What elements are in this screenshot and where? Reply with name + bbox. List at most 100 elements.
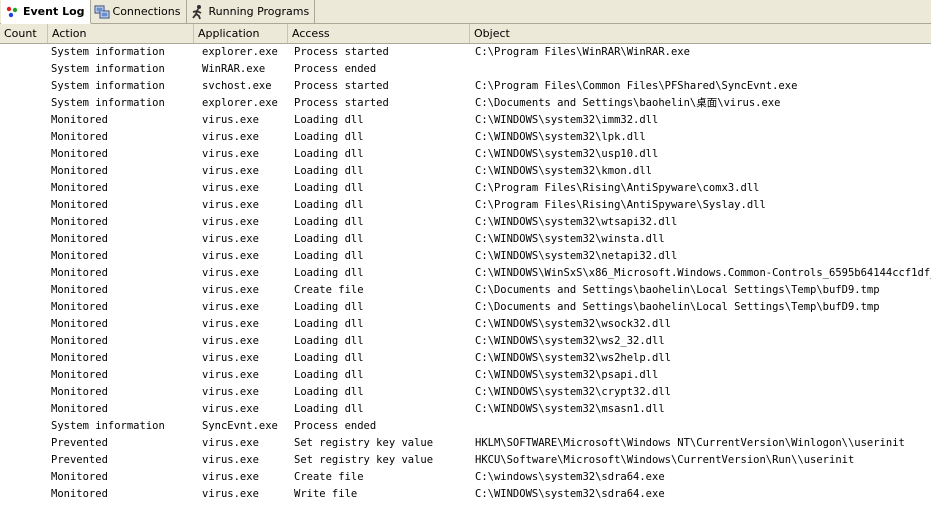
- table-row[interactable]: 1System informationexplorer.exeProcess s…: [0, 95, 931, 112]
- access-cell: Loading dll: [294, 199, 364, 211]
- application-cell: explorer.exe: [202, 46, 278, 58]
- table-row[interactable]: 1Preventedvirus.exeSet registry key valu…: [0, 452, 931, 469]
- access-cell: Set registry key value: [294, 437, 434, 449]
- action-cell: System information: [51, 97, 165, 109]
- application-cell: virus.exe: [202, 301, 259, 313]
- object-cell: C:\WINDOWS\system32\sdra64.exe: [475, 488, 665, 500]
- application-cell: virus.exe: [202, 182, 259, 194]
- object-cell: C:\WINDOWS\system32\msasn1.dll: [475, 403, 665, 415]
- action-cell: Monitored: [51, 216, 108, 228]
- table-row[interactable]: 1Monitoredvirus.exeLoading dllC:\WINDOWS…: [0, 401, 931, 418]
- table-row[interactable]: 1Monitoredvirus.exeLoading dllC:\Program…: [0, 180, 931, 197]
- table-row[interactable]: 1Monitoredvirus.exeCreate fileC:\windows…: [0, 469, 931, 486]
- access-cell: Loading dll: [294, 182, 364, 194]
- access-cell: Loading dll: [294, 335, 364, 347]
- action-cell: Monitored: [51, 369, 108, 381]
- object-cell: C:\Documents and Settings\baohelin\Local…: [475, 301, 880, 313]
- access-cell: Loading dll: [294, 216, 364, 228]
- object-cell: C:\WINDOWS\system32\winsta.dll: [475, 233, 665, 245]
- application-cell: virus.exe: [202, 488, 259, 500]
- object-cell: C:\WINDOWS\system32\kmon.dll: [475, 165, 653, 177]
- table-row[interactable]: 1Monitoredvirus.exeLoading dllC:\Program…: [0, 197, 931, 214]
- object-cell: C:\Program Files\Rising\AntiSpyware\Sysl…: [475, 199, 766, 211]
- table-row[interactable]: 1Monitoredvirus.exeLoading dllC:\WINDOWS…: [0, 350, 931, 367]
- object-cell: C:\WINDOWS\WinSxS\x86_Microsoft.Windows.…: [475, 267, 931, 279]
- action-cell: System information: [51, 420, 165, 432]
- application-cell: virus.exe: [202, 250, 259, 262]
- tab-label: Event Log: [23, 5, 85, 18]
- table-row[interactable]: 1Monitoredvirus.exeLoading dllC:\WINDOWS…: [0, 163, 931, 180]
- table-row[interactable]: 1Monitoredvirus.exeLoading dllC:\WINDOWS…: [0, 214, 931, 231]
- object-cell: C:\WINDOWS\system32\imm32.dll: [475, 114, 659, 126]
- access-cell: Loading dll: [294, 165, 364, 177]
- access-cell: Process started: [294, 46, 389, 58]
- action-cell: Monitored: [51, 301, 108, 313]
- table-row[interactable]: 1Monitoredvirus.exeLoading dllC:\WINDOWS…: [0, 146, 931, 163]
- table-row[interactable]: 1Monitoredvirus.exeLoading dllC:\WINDOWS…: [0, 112, 931, 129]
- table-row[interactable]: 1System informationsvchost.exeProcess st…: [0, 78, 931, 95]
- table-row[interactable]: 1Monitoredvirus.exeLoading dllC:\WINDOWS…: [0, 333, 931, 350]
- action-cell: Prevented: [51, 437, 108, 449]
- connections-icon: [94, 4, 110, 20]
- tab-label: Connections: [112, 5, 181, 18]
- table-row[interactable]: 1System informationexplorer.exeProcess s…: [0, 44, 931, 61]
- table-row[interactable]: 1Monitoredvirus.exeLoading dllC:\WINDOWS…: [0, 231, 931, 248]
- access-cell: Loading dll: [294, 386, 364, 398]
- access-cell: Loading dll: [294, 148, 364, 160]
- action-cell: System information: [51, 46, 165, 58]
- object-cell: C:\Program Files\Rising\AntiSpyware\comx…: [475, 182, 760, 194]
- table-row[interactable]: 1Monitoredvirus.exeLoading dllC:\WINDOWS…: [0, 316, 931, 333]
- application-cell: virus.exe: [202, 403, 259, 415]
- action-cell: Monitored: [51, 148, 108, 160]
- column-header-application[interactable]: Application: [194, 24, 288, 43]
- tab-event-log[interactable]: Event Log: [1, 0, 91, 24]
- action-cell: Monitored: [51, 114, 108, 126]
- access-cell: Set registry key value: [294, 454, 434, 466]
- table-row[interactable]: 1Monitoredvirus.exeLoading dllC:\Documen…: [0, 299, 931, 316]
- table-row[interactable]: 1Monitoredvirus.exeCreate fileC:\Documen…: [0, 282, 931, 299]
- table-row[interactable]: 1Monitoredvirus.exeLoading dllC:\WINDOWS…: [0, 248, 931, 265]
- action-cell: Monitored: [51, 352, 108, 364]
- action-cell: Monitored: [51, 471, 108, 483]
- action-cell: Monitored: [51, 233, 108, 245]
- tab-running-programs[interactable]: Running Programs: [187, 0, 316, 23]
- access-cell: Process ended: [294, 63, 377, 75]
- column-header-count[interactable]: Count: [0, 24, 48, 43]
- object-cell: C:\WINDOWS\system32\psapi.dll: [475, 369, 659, 381]
- application-cell: virus.exe: [202, 131, 259, 143]
- access-cell: Loading dll: [294, 267, 364, 279]
- column-header-object[interactable]: Object: [470, 24, 931, 43]
- object-cell: C:\Program Files\Common Files\PFShared\S…: [475, 80, 798, 92]
- action-cell: Monitored: [51, 318, 108, 330]
- access-cell: Process started: [294, 80, 389, 92]
- tab-connections[interactable]: Connections: [91, 0, 187, 23]
- column-header-action[interactable]: Action: [48, 24, 194, 43]
- application-cell: virus.exe: [202, 335, 259, 347]
- application-cell: virus.exe: [202, 352, 259, 364]
- table-row[interactable]: 1Monitoredvirus.exeLoading dllC:\WINDOWS…: [0, 265, 931, 282]
- access-cell: Loading dll: [294, 250, 364, 262]
- table-row[interactable]: 1Preventedvirus.exeSet registry key valu…: [0, 435, 931, 452]
- application-cell: virus.exe: [202, 148, 259, 160]
- object-cell: C:\WINDOWS\system32\ws2help.dll: [475, 352, 671, 364]
- access-cell: Loading dll: [294, 301, 364, 313]
- table-row[interactable]: 1Monitoredvirus.exeLoading dllC:\WINDOWS…: [0, 384, 931, 401]
- action-cell: Monitored: [51, 335, 108, 347]
- action-cell: Monitored: [51, 386, 108, 398]
- application-cell: virus.exe: [202, 267, 259, 279]
- object-cell: C:\WINDOWS\system32\lpk.dll: [475, 131, 646, 143]
- table-row[interactable]: 1Monitoredvirus.exeLoading dllC:\WINDOWS…: [0, 367, 931, 384]
- action-cell: Monitored: [51, 165, 108, 177]
- access-cell: Process ended: [294, 420, 377, 432]
- application-cell: SyncEvnt.exe: [202, 420, 278, 432]
- action-cell: System information: [51, 63, 165, 75]
- column-header-access[interactable]: Access: [288, 24, 470, 43]
- table-row[interactable]: 1System informationWinRAR.exeProcess end…: [0, 61, 931, 78]
- access-cell: Write file: [294, 488, 358, 500]
- table-row[interactable]: 1System informationSyncEvnt.exeProcess e…: [0, 418, 931, 435]
- application-cell: virus.exe: [202, 199, 259, 211]
- table-row[interactable]: 1Monitoredvirus.exeWrite fileC:\WINDOWS\…: [0, 486, 931, 503]
- access-cell: Loading dll: [294, 352, 364, 364]
- access-cell: Loading dll: [294, 318, 364, 330]
- table-row[interactable]: 1Monitoredvirus.exeLoading dllC:\WINDOWS…: [0, 129, 931, 146]
